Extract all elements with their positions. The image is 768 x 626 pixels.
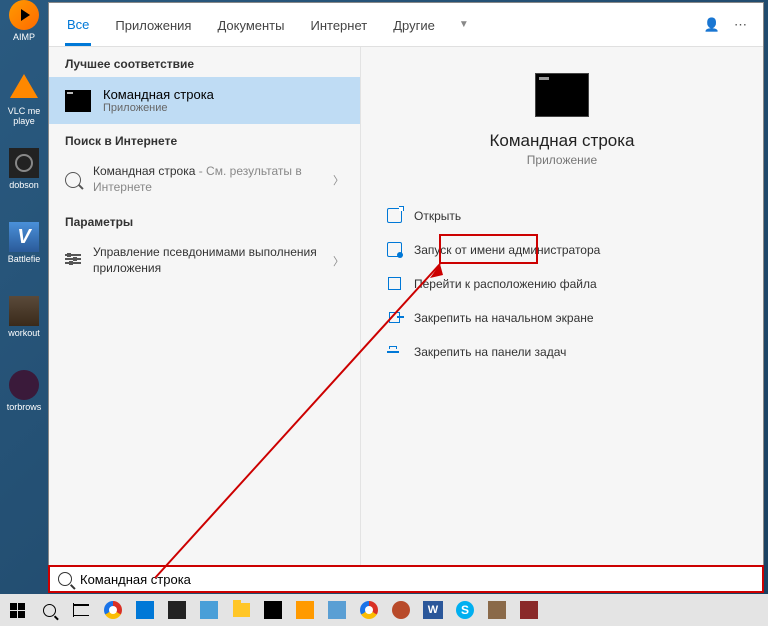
word-icon: W — [423, 601, 443, 619]
desktop-icon-dobson[interactable]: dobson — [2, 148, 46, 204]
param-result-item[interactable]: Управление псевдонимами выполнения прило… — [49, 235, 360, 286]
battlefield-icon: V — [9, 222, 39, 252]
chevron-down-icon[interactable]: ▼ — [459, 19, 469, 30]
dobson-icon — [9, 148, 39, 178]
desktop-icon-column: AIMP VLC me playe dobson VBattlefie work… — [2, 0, 46, 426]
results-column: Лучшее соответствие Командная строка При… — [49, 3, 361, 566]
pin-taskbar-icon — [387, 344, 402, 359]
app-icon — [328, 601, 346, 619]
files-icon — [233, 603, 250, 617]
best-match-subtitle: Приложение — [103, 102, 214, 114]
taskview-icon — [73, 603, 89, 617]
desktop-icon-vlc[interactable]: VLC me playe — [2, 74, 46, 130]
desktop-icon-workout[interactable]: workout — [2, 296, 46, 352]
app-icon — [520, 601, 538, 619]
aimp-icon — [9, 0, 39, 30]
search-icon — [43, 604, 56, 617]
chrome-icon — [360, 601, 378, 619]
desktop-icon-aimp[interactable]: AIMP — [2, 0, 46, 56]
app-icon — [168, 601, 186, 619]
preview-cmd-icon — [535, 73, 589, 117]
section-web: Поиск в Интернете — [49, 124, 360, 154]
taskbar-browser[interactable] — [98, 595, 128, 625]
taskbar-cmd[interactable] — [258, 595, 288, 625]
app-icon — [488, 601, 506, 619]
desktop-icon-battlefield[interactable]: VBattlefie — [2, 222, 46, 278]
search-tabs: Все Приложения Документы Интернет Другие… — [49, 3, 763, 47]
cmd-icon — [65, 90, 91, 112]
chevron-right-icon: 〉 — [333, 253, 344, 269]
taskbar-word[interactable]: W — [418, 595, 448, 625]
app-icon — [200, 601, 218, 619]
tab-internet[interactable]: Интернет — [308, 5, 369, 44]
taskbar-files[interactable] — [226, 595, 256, 625]
web-result-item[interactable]: Командная строка - См. результаты в Инте… — [49, 154, 360, 205]
tab-all[interactable]: Все — [65, 4, 91, 46]
search-icon — [65, 172, 81, 188]
preview-title: Командная строка — [489, 131, 634, 151]
taskbar: W S — [0, 594, 768, 626]
browser-icon — [104, 601, 122, 619]
best-match-title: Командная строка — [103, 87, 214, 102]
taskbar-chrome[interactable] — [354, 595, 384, 625]
skype-icon: S — [456, 601, 474, 619]
tab-docs[interactable]: Документы — [215, 5, 286, 44]
tab-apps[interactable]: Приложения — [113, 5, 193, 44]
taskbar-app4[interactable] — [322, 595, 352, 625]
search-box[interactable] — [48, 565, 764, 593]
taskbar-app5[interactable] — [386, 595, 416, 625]
param-result-text: Управление псевдонимами выполнения прило… — [93, 245, 321, 276]
windows-icon — [10, 603, 25, 618]
taskbar-skype[interactable]: S — [450, 595, 480, 625]
search-input[interactable] — [80, 572, 754, 587]
tor-icon — [9, 370, 39, 400]
annotation-highlight-open — [439, 234, 538, 264]
app-icon — [296, 601, 314, 619]
actions-list: Открыть Запуск от имени администратора П… — [361, 201, 763, 366]
section-best-match: Лучшее соответствие — [49, 47, 360, 77]
taskbar-search[interactable] — [34, 595, 64, 625]
desktop-icon-torbrowser[interactable]: torbrows — [2, 370, 46, 426]
taskbar-app1[interactable] — [162, 595, 192, 625]
preview-column: Командная строка Приложение Открыть Запу… — [361, 3, 763, 566]
tab-other[interactable]: Другие — [391, 5, 437, 44]
settings-icon — [65, 254, 81, 268]
admin-icon — [387, 242, 402, 257]
action-open[interactable]: Открыть — [379, 201, 745, 230]
preview-subtitle: Приложение — [527, 153, 597, 167]
action-pin-taskbar[interactable]: Закрепить на панели задач — [379, 337, 745, 366]
action-run-as-admin[interactable]: Запуск от имени администратора — [379, 235, 745, 264]
app-icon — [392, 601, 410, 619]
workout-icon — [9, 296, 39, 326]
taskbar-app3[interactable] — [290, 595, 320, 625]
taskbar-app7[interactable] — [514, 595, 544, 625]
search-icon — [58, 572, 72, 586]
taskbar-app6[interactable] — [482, 595, 512, 625]
start-button[interactable] — [2, 595, 32, 625]
mail-icon — [136, 601, 154, 619]
taskbar-mail[interactable] — [130, 595, 160, 625]
vlc-icon — [10, 74, 38, 98]
cmd-icon — [264, 601, 282, 619]
feedback-icon[interactable]: 👤 — [704, 17, 720, 33]
section-parameters: Параметры — [49, 205, 360, 235]
taskbar-taskview[interactable] — [66, 595, 96, 625]
action-file-location[interactable]: Перейти к расположению файла — [379, 269, 745, 298]
more-icon[interactable]: ⋯ — [734, 17, 747, 33]
web-result-text: Командная строка - См. результаты в Инте… — [93, 164, 321, 195]
folder-icon — [387, 276, 402, 291]
best-match-item[interactable]: Командная строка Приложение — [49, 77, 360, 124]
pin-start-icon — [387, 310, 402, 325]
action-pin-start[interactable]: Закрепить на начальном экране — [379, 303, 745, 332]
start-search-panel: Все Приложения Документы Интернет Другие… — [48, 2, 764, 567]
open-icon — [387, 208, 402, 223]
taskbar-app2[interactable] — [194, 595, 224, 625]
chevron-right-icon: 〉 — [333, 172, 344, 188]
